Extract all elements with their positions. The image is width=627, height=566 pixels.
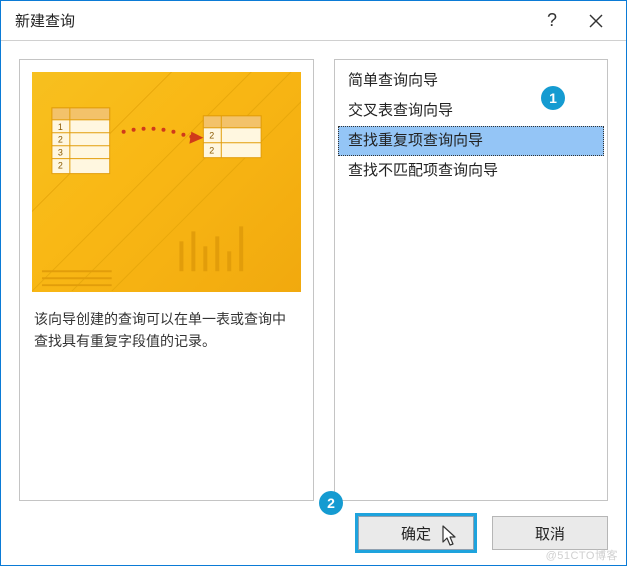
svg-text:2: 2 bbox=[209, 131, 214, 141]
list-item[interactable]: 查找不匹配项查询向导 bbox=[338, 156, 604, 186]
cancel-button[interactable]: 取消 bbox=[492, 516, 608, 550]
illustration-graphic: 1 2 3 2 2 2 bbox=[32, 72, 301, 291]
watermark: @51CTO博客 bbox=[546, 547, 618, 563]
right-pane: 简单查询向导交叉表查询向导查找重复项查询向导查找不匹配项查询向导 bbox=[334, 59, 608, 501]
svg-text:3: 3 bbox=[58, 148, 63, 158]
help-button[interactable]: ? bbox=[530, 5, 574, 37]
close-button[interactable] bbox=[574, 5, 618, 37]
ok-button[interactable]: 确定 bbox=[358, 516, 474, 550]
svg-text:2: 2 bbox=[58, 135, 63, 145]
svg-text:1: 1 bbox=[58, 122, 63, 132]
wizard-illustration: 1 2 3 2 2 2 bbox=[32, 72, 301, 292]
help-icon: ? bbox=[547, 10, 557, 31]
dialog-title: 新建查询 bbox=[15, 10, 530, 31]
svg-text:2: 2 bbox=[209, 146, 214, 156]
list-item[interactable]: 查找重复项查询向导 bbox=[338, 126, 604, 156]
new-query-dialog: 新建查询 ? bbox=[0, 0, 627, 566]
dialog-footer: 确定 取消 bbox=[1, 501, 626, 565]
annotation-callout-2: 2 bbox=[319, 491, 343, 515]
close-icon bbox=[589, 14, 603, 28]
cancel-label: 取消 bbox=[535, 523, 565, 544]
list-item[interactable]: 简单查询向导 bbox=[338, 66, 604, 96]
wizard-list[interactable]: 简单查询向导交叉表查询向导查找重复项查询向导查找不匹配项查询向导 bbox=[335, 60, 607, 500]
titlebar: 新建查询 ? bbox=[1, 1, 626, 41]
wizard-description: 该向导创建的查询可以在单一表或查询中查找具有重复字段值的记录。 bbox=[32, 306, 301, 353]
left-pane: 1 2 3 2 2 2 bbox=[19, 59, 314, 501]
cursor-icon bbox=[441, 525, 459, 547]
svg-text:2: 2 bbox=[58, 161, 63, 171]
ok-label: 确定 bbox=[401, 523, 431, 544]
dialog-body: 1 2 3 2 2 2 bbox=[1, 41, 626, 501]
annotation-callout-1: 1 bbox=[541, 86, 565, 110]
